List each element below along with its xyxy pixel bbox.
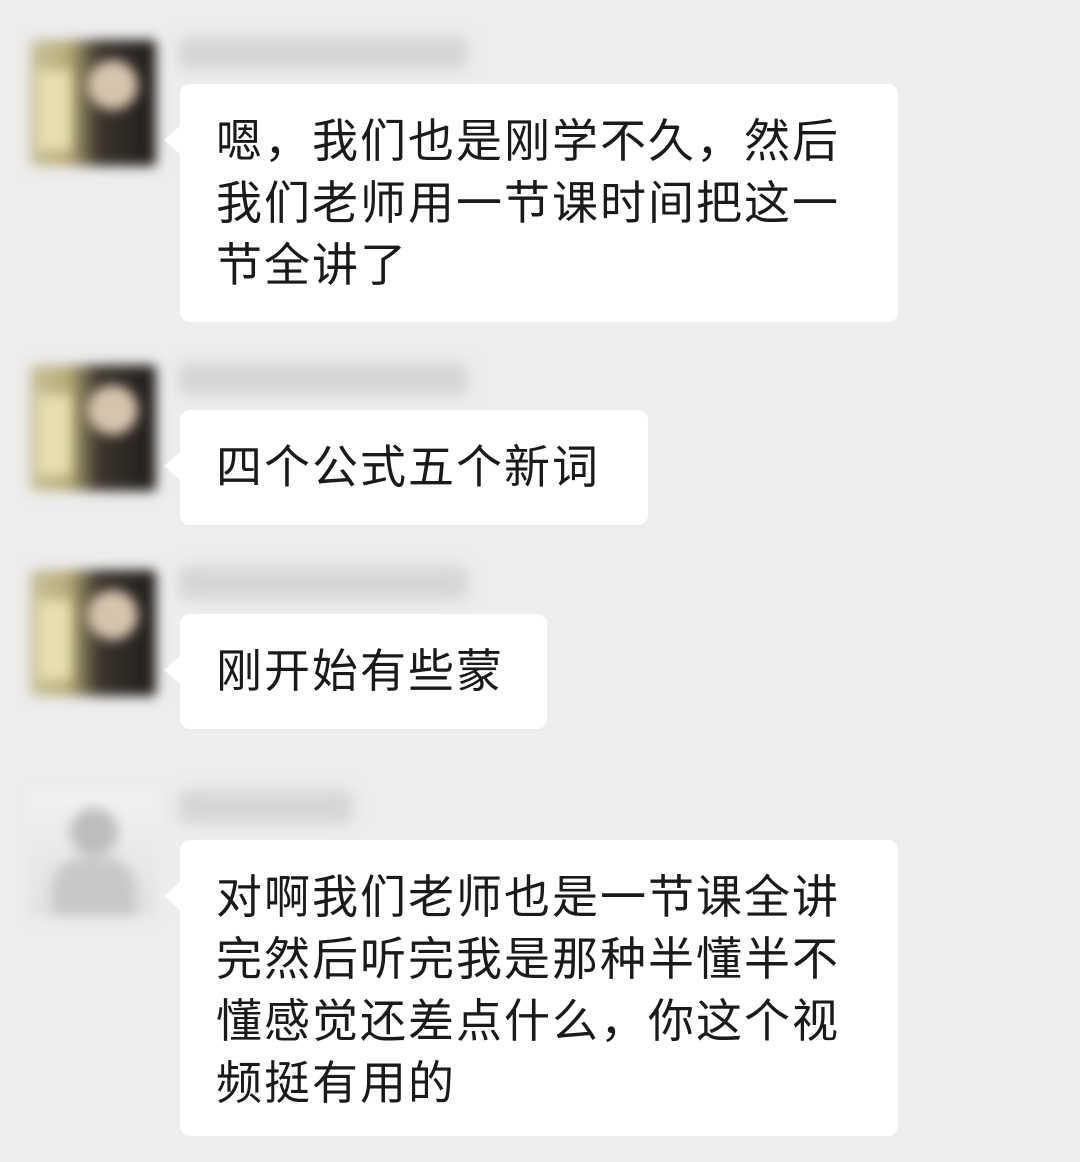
sender-name-blurred [178,36,468,70]
message-bubble[interactable]: 四个公式五个新词 [164,410,648,525]
avatar-photo-icon[interactable] [30,40,156,166]
avatar-photo-icon[interactable] [30,365,156,491]
sender-name-blurred [178,790,353,824]
avatar-photo-icon[interactable] [30,790,156,916]
chat-message-list: 嗯，我们也是刚学不久，然后我们老师用一节课时间把这一节全讲了 四个公式五个新词 … [0,0,1080,1162]
sender-name-blurred [178,362,468,396]
message-text: 刚开始有些蒙 [216,644,504,698]
message-bubble[interactable]: 刚开始有些蒙 [164,614,547,729]
message-text: 四个公式五个新词 [216,440,600,494]
message-text: 嗯，我们也是刚学不久，然后我们老师用一节课时间把这一节全讲了 [216,114,840,292]
message-bubble[interactable]: 嗯，我们也是刚学不久，然后我们老师用一节课时间把这一节全讲了 [164,84,898,322]
message-text: 对啊我们老师也是一节课全讲完然后听完我是那种半懂半不懂感觉还差点什么，你这个视频… [216,870,840,1110]
avatar-photo-icon[interactable] [30,570,156,696]
message-bubble[interactable]: 对啊我们老师也是一节课全讲完然后听完我是那种半懂半不懂感觉还差点什么，你这个视频… [164,840,898,1136]
sender-name-blurred [178,566,468,600]
